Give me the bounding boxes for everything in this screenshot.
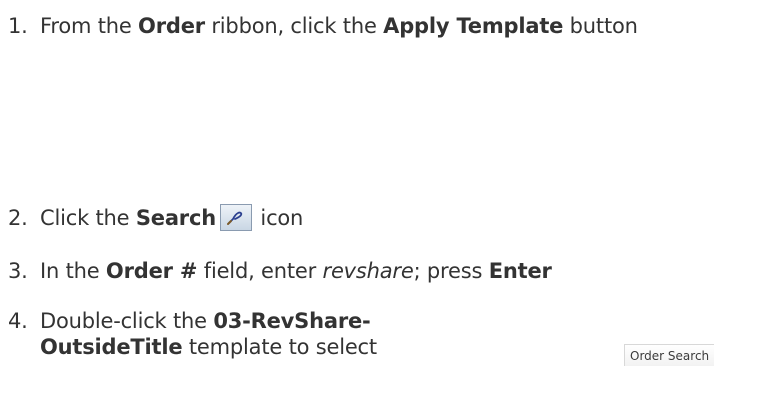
step-text: Double-click the [40,309,214,333]
step-number: 2. [8,206,28,230]
step-text: From the [40,14,139,38]
step-text: Click the [40,206,136,230]
apply-template-ref: Apply Template [383,14,564,38]
order-number-field-ref: Order # [105,259,198,283]
template-name-ref: 03-RevShare- [213,309,371,333]
search-ref: Search [135,206,216,230]
order-ribbon-ref: Order [138,14,205,38]
order-search-thumbnail: Order Search [624,344,714,366]
search-icon-glyph [226,211,243,225]
step-number: 3. [8,259,28,283]
step-3: 3. In the Order # field, enter revshare; … [8,258,552,284]
step-text: In the [40,259,106,283]
step-1: 1. From the Order ribbon, click the Apply… [8,13,638,39]
step-text: icon [253,206,304,230]
step-text: ribbon, click the [204,14,384,38]
step-text: ; press [413,259,489,283]
step-number: 1. [8,14,28,38]
step-4-line-2: OutsideTitle template to select [8,334,377,360]
template-name-ref-cont: OutsideTitle [40,335,183,359]
step-text: field, enter [197,259,323,283]
step-text: template to select [182,335,377,359]
step-text: button [563,14,638,38]
step-4: 4. Double-click the 03-RevShare- OutsideT… [8,308,377,360]
step-number: 4. [8,309,28,333]
search-term: revshare [322,259,414,283]
enter-key-ref: Enter [488,259,552,283]
step-2: 2. Click the Search icon [8,204,303,231]
search-icon[interactable] [219,204,252,231]
